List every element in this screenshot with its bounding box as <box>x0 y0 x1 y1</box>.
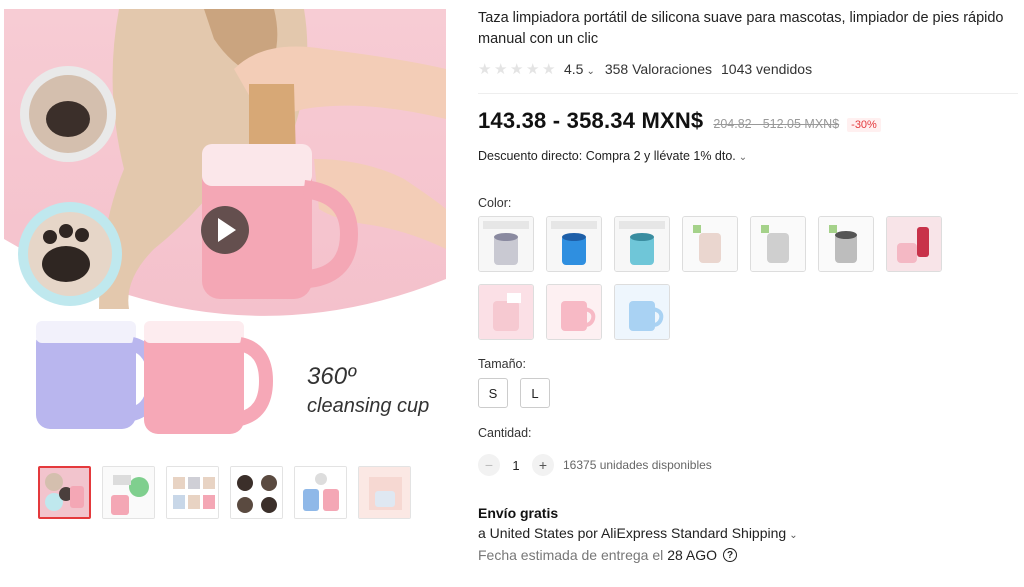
thumbnail-5[interactable] <box>294 466 347 519</box>
color-swatch-2[interactable] <box>546 216 602 272</box>
color-swatch-3[interactable] <box>614 216 670 272</box>
overlay-text-line2: cleansing cup <box>307 395 430 417</box>
thumbnail-2[interactable] <box>102 466 155 519</box>
color-swatches <box>478 216 1018 340</box>
color-swatch-5[interactable] <box>750 216 806 272</box>
decrease-quantity-button[interactable]: − <box>478 454 500 476</box>
thumbnail-6[interactable] <box>358 466 411 519</box>
color-swatch-7[interactable] <box>886 216 942 272</box>
star-icon: ★ <box>510 60 524 78</box>
reviews-link[interactable]: 358 Valoraciones <box>605 61 712 77</box>
color-swatch-6[interactable] <box>818 216 874 272</box>
rating-value[interactable]: 4.5 ⌄ <box>564 61 595 77</box>
size-options: S L <box>478 378 1018 408</box>
promo-text: Descuento directo: Compra 2 y llévate 1%… <box>478 149 736 163</box>
size-option-s[interactable]: S <box>478 378 508 408</box>
quantity-label: Cantidad: <box>478 426 532 440</box>
chevron-down-icon: ⌄ <box>586 66 595 77</box>
color-label: Color: <box>478 196 512 210</box>
star-icon: ★ <box>542 60 556 78</box>
divider <box>478 93 1018 94</box>
color-swatch-9[interactable] <box>546 284 602 340</box>
thumbnail-1[interactable] <box>38 466 91 519</box>
help-icon[interactable]: ? <box>723 548 738 562</box>
rating-row: ★ ★ ★ ★ ★ 4.5 ⌄ 358 Valoraciones 1043 ven… <box>478 59 1018 79</box>
star-icon: ★ <box>478 60 492 78</box>
color-swatch-8[interactable] <box>478 284 534 340</box>
product-info: Taza limpiadora portátil de silicona sua… <box>478 8 1018 563</box>
thumbnail-strip <box>38 466 411 519</box>
shipping-destination[interactable]: a United States por AliExpress Standard … <box>478 525 1018 541</box>
rating-number: 4.5 <box>564 61 584 77</box>
color-swatch-1[interactable] <box>478 216 534 272</box>
stock-available: 16375 unidades disponibles <box>563 458 712 472</box>
chevron-down-icon: ⌄ <box>789 530 798 541</box>
thumbnail-4[interactable] <box>230 466 283 519</box>
delivery-date: 28 AGO <box>667 547 718 563</box>
quantity-value[interactable]: 1 <box>500 458 532 473</box>
overlay-text-line1: 360º <box>307 363 356 390</box>
product-title: Taza limpiadora portátil de silicona sua… <box>478 10 1004 47</box>
delivery-estimate: Fecha estimada de entrega el 28 AGO ? <box>478 547 1018 563</box>
color-swatch-10[interactable] <box>614 284 670 340</box>
chevron-down-icon: ⌄ <box>738 152 748 163</box>
size-label: Tamaño: <box>478 357 526 371</box>
discount-badge: -30% <box>847 118 881 132</box>
original-price: 204.82 - 512.05 MXN$ <box>713 117 840 131</box>
sold-count: 1043 vendidos <box>721 61 813 77</box>
star-icon: ★ <box>526 60 540 78</box>
star-icon: ★ <box>494 60 508 78</box>
increase-quantity-button[interactable]: + <box>532 454 554 476</box>
size-option-l[interactable]: L <box>520 378 550 408</box>
current-price: 143.38 - 358.34 MXN$ <box>478 108 704 133</box>
thumbnail-3[interactable] <box>166 466 219 519</box>
shipping-title: Envío gratis <box>478 505 559 521</box>
promo-link[interactable]: Descuento directo: Compra 2 y llévate 1%… <box>478 149 1018 163</box>
color-swatch-4[interactable] <box>682 216 738 272</box>
quantity-stepper: − 1 + 16375 unidades disponibles <box>478 454 1018 476</box>
shipping-destination-text: a United States por AliExpress Standard … <box>478 525 787 541</box>
star-rating: ★ ★ ★ ★ ★ <box>478 62 557 77</box>
delivery-label: Fecha estimada de entrega el <box>478 547 664 563</box>
price-row: 143.38 - 358.34 MXN$ 204.82 - 512.05 MXN… <box>478 108 1018 134</box>
main-product-image[interactable]: 360º cleansing cup <box>4 9 446 449</box>
play-icon[interactable] <box>201 206 249 254</box>
